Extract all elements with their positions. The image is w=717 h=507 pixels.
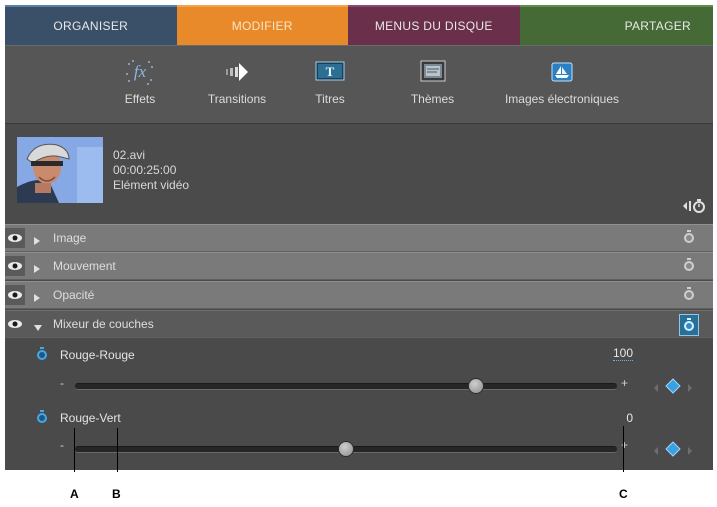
transitions-icon xyxy=(197,58,277,86)
tab-partager-label: PARTAGER xyxy=(624,19,691,33)
clipart-label: Images électroniques xyxy=(504,92,620,106)
clip-duration: 00:00:25:00 xyxy=(113,163,177,177)
prev-keyframe-icon[interactable] xyxy=(653,443,659,461)
clip-info-panel: 02.avi 00:00:25:00 Elément vidéo xyxy=(5,123,713,225)
property-label: Opacité xyxy=(53,288,95,302)
keyframe-view-toggle[interactable] xyxy=(681,198,707,219)
tab-modifier-label: MODIFIER xyxy=(231,19,293,33)
clip-type: Elément vidéo xyxy=(113,178,190,192)
fx-icon: fx xyxy=(115,58,165,86)
tab-organiser-label: ORGANISER xyxy=(53,19,129,33)
clip-thumbnail[interactable] xyxy=(17,137,103,203)
svg-text:T: T xyxy=(326,64,335,79)
tab-modifier[interactable]: MODIFIER xyxy=(176,5,348,45)
param-label-rouge-vert: Rouge-Vert xyxy=(60,411,121,425)
keyframe-nav xyxy=(653,378,693,399)
expand-arrow-icon[interactable] xyxy=(33,290,41,308)
property-label: Image xyxy=(53,231,87,245)
titles-button[interactable]: T Titres xyxy=(305,58,355,106)
slider-plus: + xyxy=(621,376,629,390)
clip-details: 02.avi 00:00:25:00 Elément vidéo xyxy=(113,148,189,193)
param-value-rouge-vert[interactable]: 0 xyxy=(626,411,633,425)
property-row-image[interactable]: Image xyxy=(5,224,713,252)
tab-menus-label: MENUS DU DISQUE xyxy=(374,19,493,33)
slider-thumb-rouge-rouge[interactable] xyxy=(468,378,484,394)
callout-label-b: B xyxy=(112,487,121,501)
svg-text:fx: fx xyxy=(134,62,147,81)
property-row-mouvement[interactable]: Mouvement xyxy=(5,252,713,280)
param-label-rouge-rouge: Rouge-Rouge xyxy=(60,348,135,362)
eye-icon[interactable] xyxy=(5,314,25,334)
titles-label: Titres xyxy=(315,92,345,106)
titles-icon: T xyxy=(305,58,355,86)
eye-icon[interactable] xyxy=(5,256,25,276)
add-keyframe-icon[interactable] xyxy=(665,378,681,399)
workspace-tabs: ORGANISER MODIFIER MENUS DU DISQUE PARTA… xyxy=(5,5,713,45)
slider-thumb-rouge-vert[interactable] xyxy=(338,441,354,457)
transitions-button[interactable]: Transitions xyxy=(197,58,277,106)
clip-name: 02.avi xyxy=(113,148,146,162)
transitions-label: Transitions xyxy=(207,92,267,106)
expand-arrow-icon[interactable] xyxy=(33,261,41,279)
tab-partager[interactable]: PARTAGER xyxy=(519,5,713,45)
stopwatch-icon[interactable] xyxy=(683,287,695,306)
next-keyframe-icon[interactable] xyxy=(687,380,693,398)
callout-label-a: A xyxy=(70,487,79,501)
callout-line-b xyxy=(117,428,118,472)
themes-label: Thèmes xyxy=(410,92,455,106)
themes-button[interactable]: Thèmes xyxy=(400,58,465,106)
keyframe-nav xyxy=(653,441,693,462)
property-label: Mixeur de couches xyxy=(53,317,154,331)
clipart-icon xyxy=(489,58,635,86)
expand-arrow-icon[interactable] xyxy=(33,233,41,251)
next-keyframe-icon[interactable] xyxy=(687,443,693,461)
property-row-opacite[interactable]: Opacité xyxy=(5,281,713,309)
app-window: ORGANISER MODIFIER MENUS DU DISQUE PARTA… xyxy=(5,5,713,470)
themes-icon xyxy=(400,58,465,86)
stopwatch-icon-active[interactable] xyxy=(679,314,699,336)
callout-line-a xyxy=(74,428,75,472)
slider-minus: - xyxy=(60,438,64,452)
effects-button[interactable]: fx Effets xyxy=(115,58,165,106)
stopwatch-icon[interactable] xyxy=(36,347,48,366)
tab-menus-du-disque[interactable]: MENUS DU DISQUE xyxy=(348,5,520,45)
edit-toolbar: fx Effets Transitions T Titres Thèmes Im… xyxy=(5,45,713,124)
eye-icon[interactable] xyxy=(5,285,25,305)
callout-line-c xyxy=(623,426,624,472)
tab-organiser[interactable]: ORGANISER xyxy=(5,5,177,45)
eye-icon[interactable] xyxy=(5,228,25,248)
property-label: Mouvement xyxy=(53,259,116,273)
collapse-arrow-icon[interactable] xyxy=(33,319,43,337)
slider-minus: - xyxy=(60,376,64,390)
slider-track-rouge-rouge[interactable] xyxy=(75,378,617,394)
stopwatch-icon[interactable] xyxy=(683,230,695,249)
param-value-rouge-rouge[interactable]: 100 xyxy=(612,346,633,361)
add-keyframe-icon[interactable] xyxy=(665,441,681,462)
slider-track-rouge-vert[interactable] xyxy=(75,441,617,457)
property-row-mixeur-de-couches[interactable]: Mixeur de couches xyxy=(5,310,713,338)
clipart-button[interactable]: Images électroniques xyxy=(489,58,635,106)
effects-label: Effets xyxy=(124,92,156,106)
stopwatch-icon[interactable] xyxy=(683,258,695,277)
prev-keyframe-icon[interactable] xyxy=(653,380,659,398)
stopwatch-icon[interactable] xyxy=(36,410,48,429)
callout-label-c: C xyxy=(619,487,628,501)
